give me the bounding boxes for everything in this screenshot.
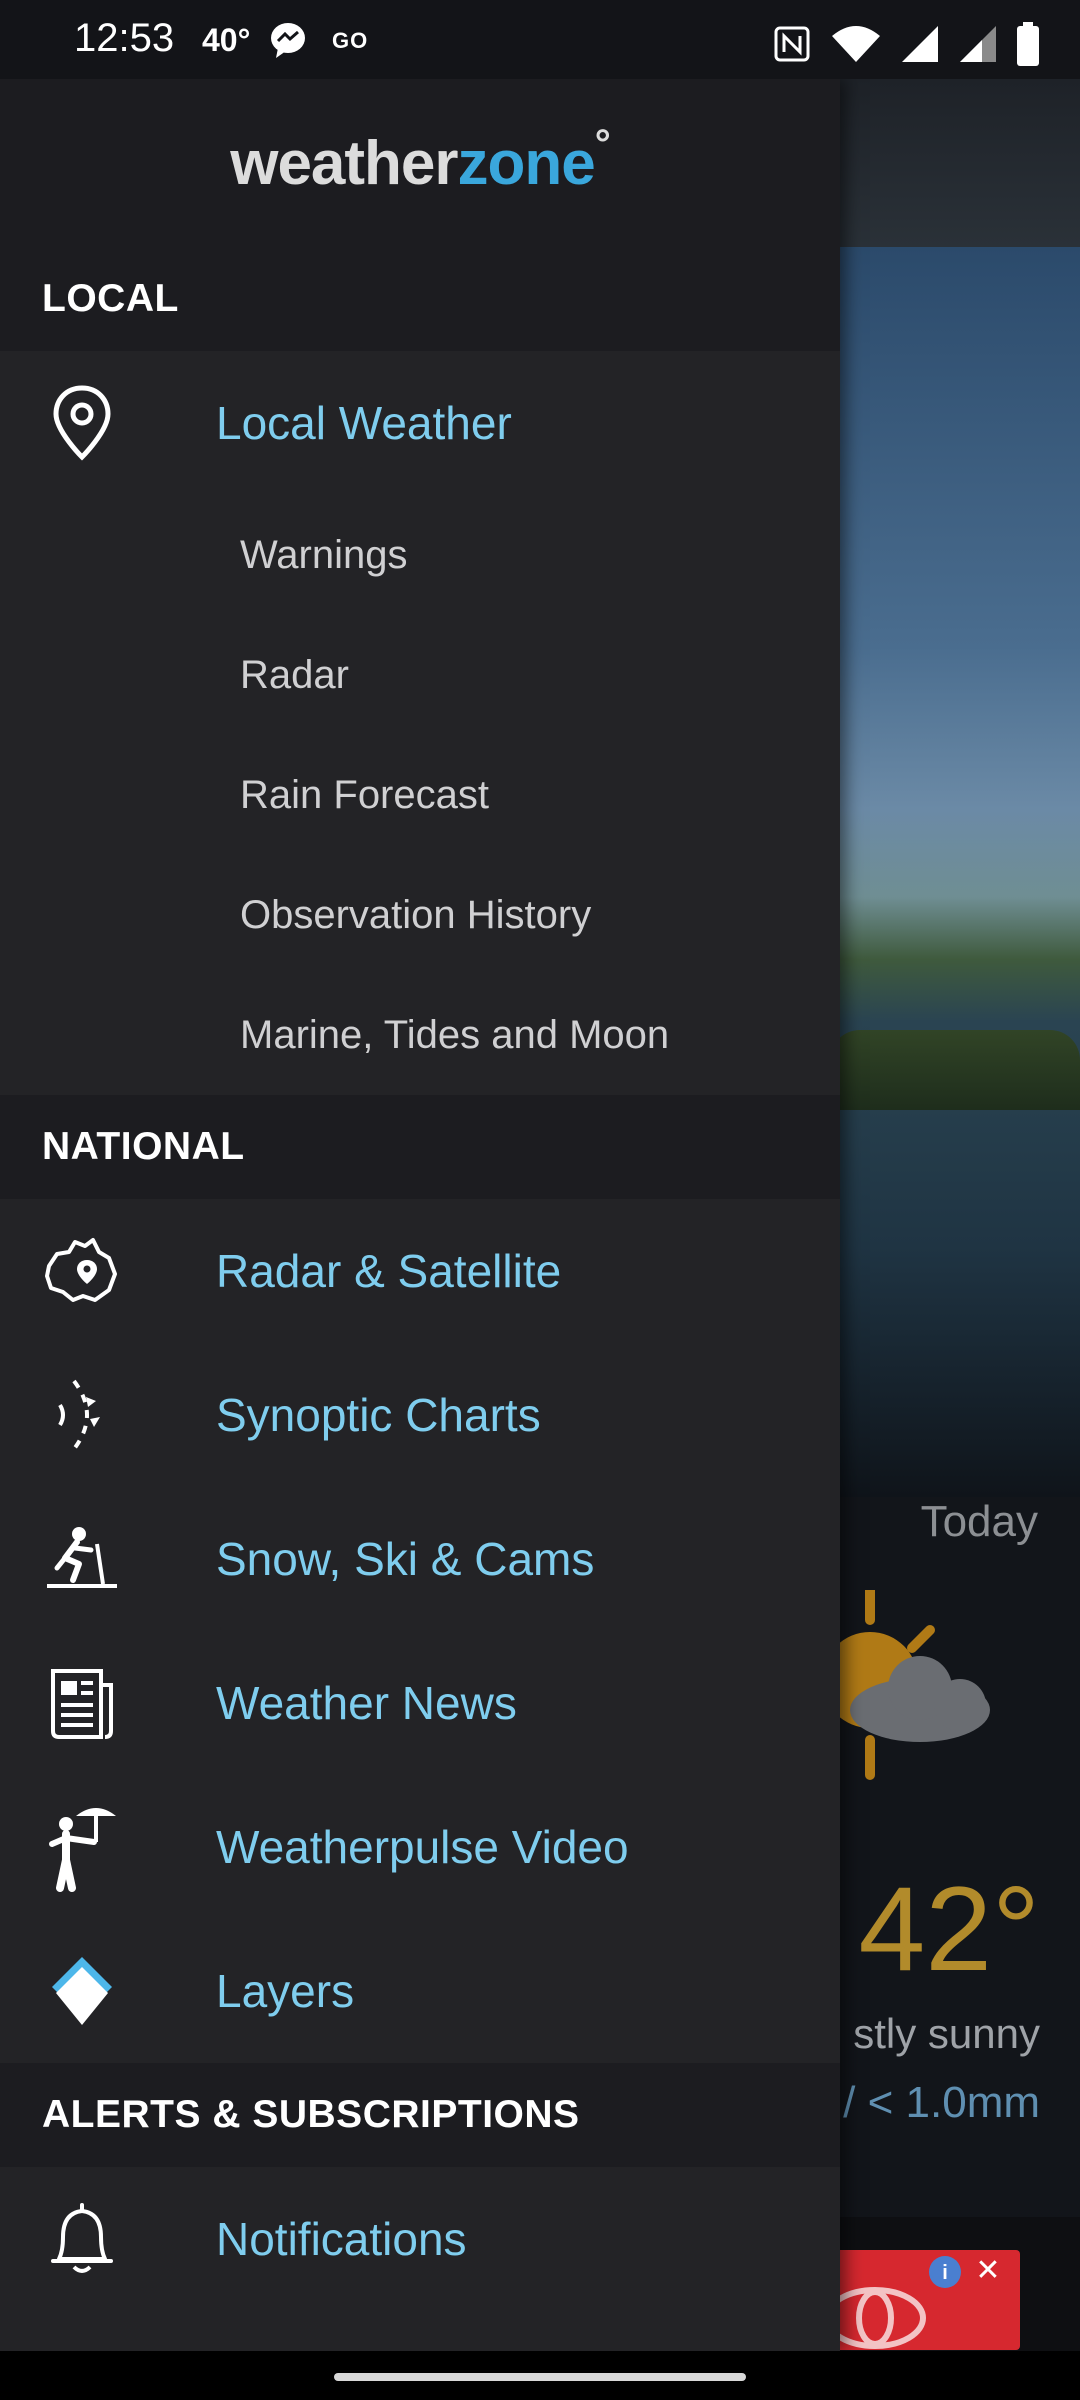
background-description: stly sunny [853, 2010, 1040, 2057]
sub-item-observation-history[interactable]: Observation History [0, 855, 840, 975]
background-rain: / < 1.0mm [843, 2078, 1040, 2127]
section-header-national: NATIONAL [0, 1095, 840, 1199]
today-label: Today [920, 1497, 1038, 1546]
section-header-local: LOCAL [0, 247, 840, 351]
gesture-handle[interactable] [334, 2373, 746, 2381]
location-pin-icon [40, 381, 124, 465]
menu-item-local-weather[interactable]: Local Weather [0, 351, 840, 495]
menu-label: Local Weather [216, 397, 512, 449]
status-bar: 12:53 40° GO [0, 0, 1080, 79]
cell-signal-icon [902, 26, 938, 62]
cell-signal-2-icon [960, 26, 996, 62]
section-header-alerts: ALERTS & SUBSCRIPTIONS [0, 2063, 840, 2167]
wifi-icon [832, 26, 880, 62]
go-label: GO [332, 28, 369, 53]
background-temperature: 42° [858, 1862, 1040, 1996]
svg-text:✕: ✕ [975, 2254, 1000, 2287]
status-time: 12:53 [74, 16, 175, 60]
nfc-icon [774, 26, 810, 62]
drawer-header: weatherzone° [0, 79, 840, 247]
menu-label: Synoptic Charts [216, 1389, 541, 1441]
toyota-logo-icon: i ✕ [824, 2254, 1001, 2349]
menu-label: Weather News [216, 1677, 517, 1729]
sub-item-marine-tides-moon[interactable]: Marine, Tides and Moon [0, 975, 840, 1095]
messenger-icon [271, 23, 305, 58]
layers-icon [40, 1949, 124, 2033]
advertisement-banner[interactable]: i ✕ [820, 2250, 1020, 2350]
news-article-icon [40, 1661, 124, 1745]
menu-item-weather-news[interactable]: Weather News [0, 1631, 840, 1775]
synoptic-front-icon [40, 1373, 124, 1457]
menu-label: Radar & Satellite [216, 1245, 562, 1297]
background-treeline [830, 1030, 1080, 1110]
sub-item-radar[interactable]: Radar [0, 615, 840, 735]
menu-item-layers[interactable]: Layers [0, 1919, 840, 2063]
menu-item-radar-satellite[interactable]: Radar & Satellite [0, 1199, 840, 1343]
navigation-drawer: weatherzone° LOCAL Local Weather Warning… [0, 79, 840, 2351]
menu-item-synoptic-charts[interactable]: Synoptic Charts [0, 1343, 840, 1487]
status-temperature: 40° [202, 22, 251, 58]
sub-item-warnings[interactable]: Warnings [0, 495, 840, 615]
battery-icon [1017, 22, 1039, 66]
weatherzone-logo[interactable]: weatherzone° [230, 122, 611, 199]
menu-item-notifications[interactable]: Notifications [0, 2167, 840, 2311]
menu-item-weatherpulse-video[interactable]: Weatherpulse Video [0, 1775, 840, 1919]
menu-label: Weatherpulse Video [216, 1821, 629, 1873]
menu-label: Notifications [216, 2213, 467, 2265]
menu-label: Snow, Ski & Cams [216, 1533, 595, 1585]
menu-label: Layers [216, 1965, 355, 2017]
menu-item-snow-ski-cams[interactable]: Snow, Ski & Cams [0, 1487, 840, 1631]
sub-item-rain-forecast[interactable]: Rain Forecast [0, 735, 840, 855]
person-umbrella-icon [40, 1805, 124, 1892]
australia-map-icon [40, 1229, 124, 1313]
bell-icon [40, 2197, 124, 2281]
skier-icon [40, 1517, 124, 1601]
svg-text:i: i [942, 2262, 948, 2284]
status-icons [772, 22, 1040, 66]
system-navigation-bar [0, 2351, 1080, 2400]
